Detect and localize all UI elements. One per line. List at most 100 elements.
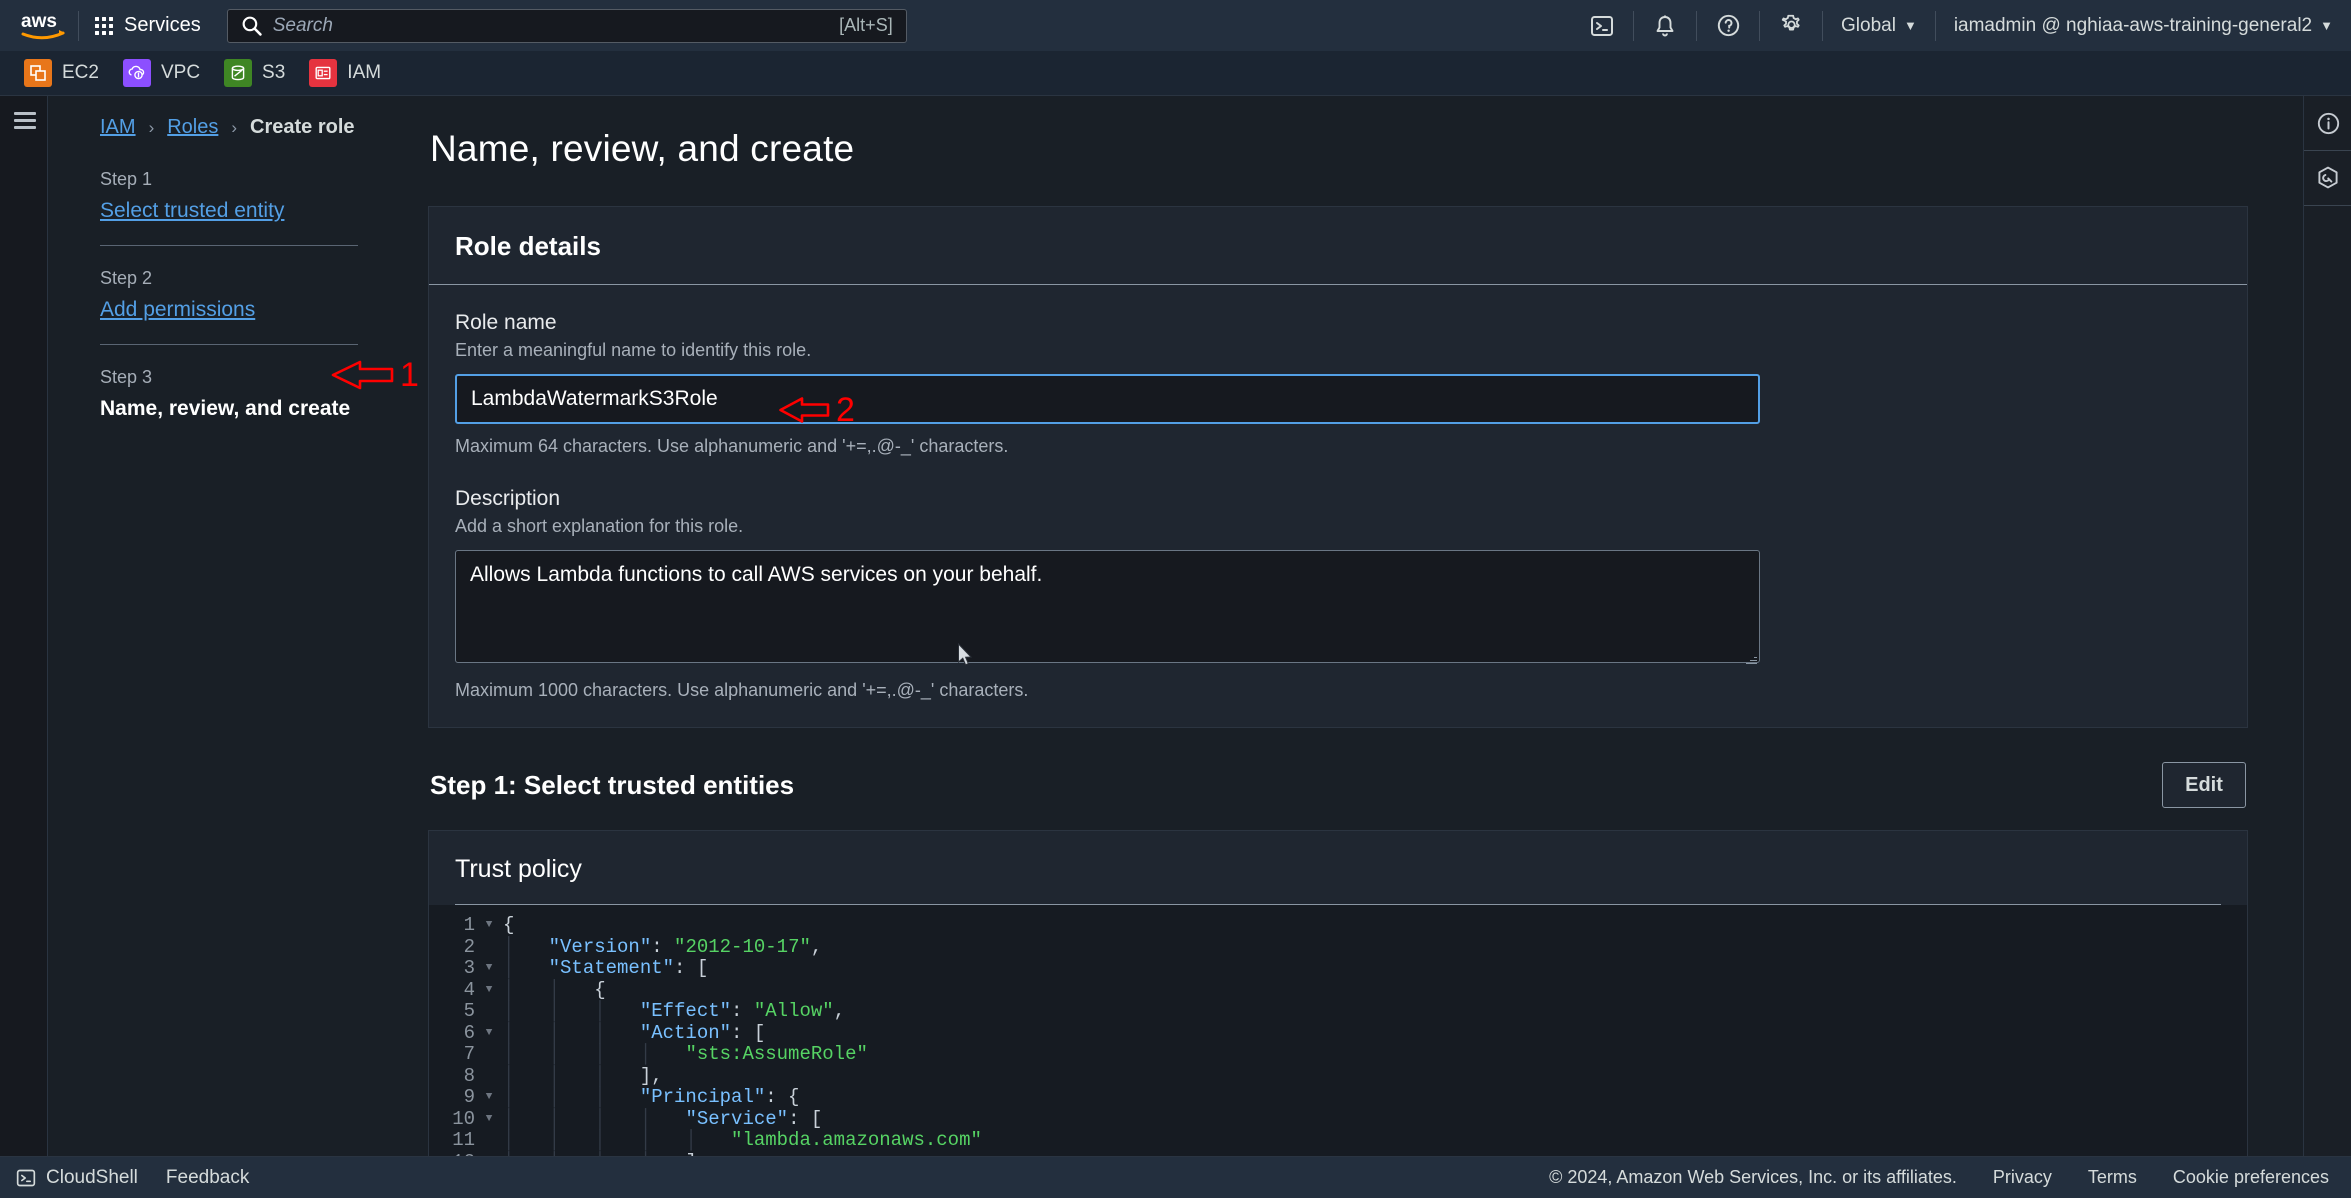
role-details-body: Role name Enter a meaningful name to ide…: [429, 285, 2247, 727]
shortcut-ec2[interactable]: EC2: [18, 55, 113, 91]
code-line: 8 │ │ │ ],: [429, 1064, 2247, 1088]
notifications-bell-icon[interactable]: [1634, 0, 1696, 51]
breadcrumb-item-iam[interactable]: IAM: [100, 116, 136, 139]
vpc-icon: [122, 59, 151, 87]
settings-gear-icon[interactable]: [1760, 0, 1822, 51]
region-label: Global: [1841, 14, 1896, 36]
shortcut-iam[interactable]: IAM: [303, 55, 395, 91]
footer-right-group: © 2024, Amazon Web Services, Inc. or its…: [1549, 1167, 2351, 1188]
help-icon[interactable]: [1697, 0, 1759, 51]
description-label: Description: [455, 487, 561, 510]
step-2-link[interactable]: Add permissions: [100, 298, 255, 322]
role-name-hint: Enter a meaningful name to identify this…: [455, 340, 812, 360]
code-line-text: │ │ │ │ │ "lambda.amazonaws.com": [503, 1129, 982, 1151]
trust-policy-header: Trust policy: [429, 831, 2247, 904]
services-label: Services: [124, 14, 201, 36]
code-line: 7 │ │ │ │ "sts:AssumeRole": [429, 1043, 2247, 1066]
account-menu[interactable]: iamadmin @ nghiaa-aws-training-general2 …: [1936, 0, 2351, 51]
code-fold-toggle-icon[interactable]: ▼: [481, 915, 497, 937]
chevron-down-icon: ▼: [2320, 18, 2333, 33]
footer-left-group: CloudShell Feedback: [0, 1167, 249, 1189]
cookie-preferences-link[interactable]: Cookie preferences: [2173, 1167, 2329, 1188]
aws-logo[interactable]: aws: [10, 11, 78, 41]
left-navigation-rail: [0, 96, 48, 1156]
amazon-q-icon[interactable]: [2304, 151, 2351, 206]
hamburger-menu-icon[interactable]: [14, 112, 36, 129]
breadcrumb-item-roles[interactable]: Roles: [167, 116, 218, 139]
grid-icon: [95, 16, 113, 35]
cloudshell-button[interactable]: CloudShell: [16, 1167, 138, 1189]
code-line-text: {: [503, 914, 515, 936]
feedback-button[interactable]: Feedback: [166, 1167, 249, 1189]
code-line-text: │ │ │ "Principal": {: [503, 1086, 800, 1108]
search-input[interactable]: [272, 14, 829, 37]
step1-review-heading: Step 1: Select trusted entities: [430, 769, 795, 800]
cloudshell-icon: [16, 1169, 36, 1186]
region-selector[interactable]: Global ▼: [1823, 0, 1935, 51]
code-line-text: │ "Statement": [: [503, 957, 709, 979]
code-line-text: │ │ {: [503, 978, 606, 1001]
role-name-constraint: Maximum 64 characters. Use alphanumeric …: [455, 436, 1009, 456]
iam-icon: [309, 59, 338, 87]
top-navigation-bar: aws Services [Alt+S]: [0, 0, 2351, 51]
search-shortcut-hint: [Alt+S]: [839, 15, 893, 35]
step-2-label: Step 2: [100, 268, 153, 288]
step-3-title: Name, review, and create: [100, 397, 351, 420]
code-fold-toggle-icon[interactable]: ▼: [481, 1023, 497, 1045]
step-divider: [100, 344, 358, 345]
code-fold-toggle-icon[interactable]: ▼: [481, 980, 497, 1002]
cloudshell-icon[interactable]: [1571, 0, 1633, 51]
terms-link[interactable]: Terms: [2088, 1167, 2137, 1188]
wizard-step-3: Step 3 Name, review, and create: [100, 367, 400, 421]
svg-text:aws: aws: [21, 11, 57, 32]
page-content-area: IAM › Roles › Create role Step 1 Select …: [48, 96, 2303, 1156]
code-line-number: 2: [463, 935, 475, 958]
code-line-number: 8: [463, 1064, 475, 1087]
step-1-link[interactable]: Select trusted entity: [100, 199, 284, 223]
global-search-bar[interactable]: [Alt+S]: [226, 8, 907, 43]
description-constraint: Maximum 1000 characters. Use alphanumeri…: [455, 680, 1029, 700]
code-line-number: 11: [452, 1129, 475, 1151]
shortcut-vpc[interactable]: VPC: [117, 55, 214, 91]
right-utility-rail: [2303, 96, 2351, 1156]
shortcut-s3[interactable]: S3: [218, 55, 299, 91]
code-line: 9 ▼ │ │ │ "Principal": {: [429, 1086, 2247, 1109]
code-line-number: 5: [463, 1000, 475, 1022]
code-fold-toggle-icon[interactable]: ▼: [481, 1087, 497, 1109]
description-hint: Add a short explanation for this role.: [455, 516, 744, 536]
breadcrumb: IAM › Roles › Create role: [100, 116, 400, 139]
edit-button[interactable]: Edit: [2162, 762, 2246, 808]
copyright-text: © 2024, Amazon Web Services, Inc. or its…: [1549, 1167, 1957, 1187]
shortcut-label: VPC: [160, 62, 201, 83]
code-line-number: 4: [463, 978, 475, 1001]
description-textarea[interactable]: [455, 550, 1760, 663]
chevron-right-icon: ›: [148, 117, 155, 137]
role-name-label: Role name: [455, 311, 557, 334]
code-line-number: 10: [452, 1107, 475, 1130]
shortcut-label: IAM: [347, 62, 382, 83]
code-fold-toggle-icon[interactable]: ▼: [481, 1109, 497, 1131]
code-line-text: │ │ │ "Effect": "Allow",: [503, 1000, 846, 1022]
services-menu-button[interactable]: Services: [79, 0, 215, 51]
info-panel-icon[interactable]: [2304, 96, 2351, 151]
privacy-link[interactable]: Privacy: [1993, 1167, 2052, 1188]
role-name-input[interactable]: [455, 374, 1760, 424]
code-line: 5 │ │ │ "Effect": "Allow",: [429, 1000, 2247, 1023]
role-name-field: Role name Enter a meaningful name to ide…: [455, 311, 2221, 457]
step-3-label: Step 3: [100, 367, 153, 387]
top-nav-right-group: Global ▼ iamadmin @ nghiaa-aws-training-…: [1571, 0, 2351, 51]
code-line-text: │ │ │ ],: [503, 1064, 663, 1087]
code-line: 1 ▼ {: [429, 914, 2247, 937]
trust-policy-code-editor[interactable]: 1 ▼ {2 │ "Version": "2012-10-17", 3 ▼ │ "State…: [429, 905, 2247, 1156]
code-line: 4 ▼ │ │ {: [429, 978, 2247, 1002]
search-icon: [242, 16, 262, 36]
code-fold-toggle-icon[interactable]: ▼: [481, 958, 497, 980]
cloudshell-label: CloudShell: [46, 1166, 138, 1188]
code-line-text: │ │ │ │ "sts:AssumeRole": [503, 1043, 868, 1065]
shortcut-label: EC2: [62, 62, 99, 83]
description-field: Description Add a short explanation for …: [455, 487, 2221, 701]
code-line: 2 │ "Version": "2012-10-17",: [429, 935, 2247, 959]
chevron-right-icon: ›: [231, 117, 238, 137]
s3-icon: [224, 59, 253, 87]
ec2-icon: [24, 59, 52, 87]
